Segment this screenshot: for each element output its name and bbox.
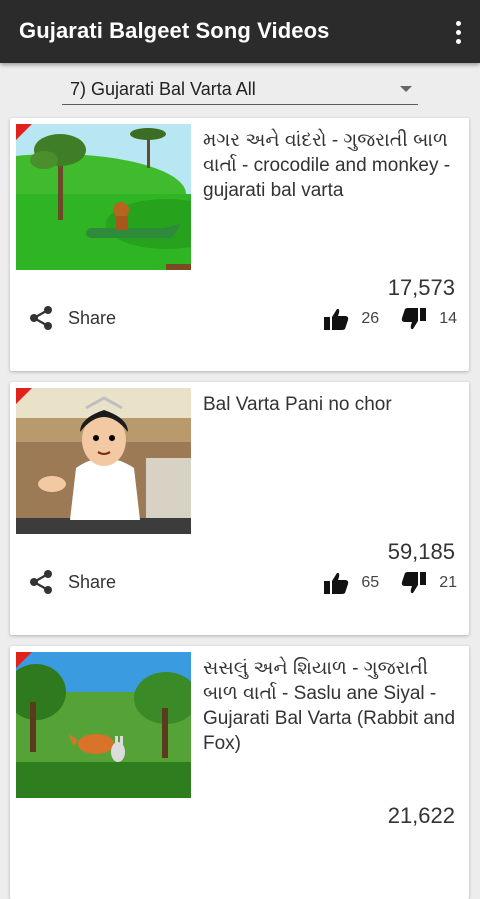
share-button[interactable]: Share [28,303,116,333]
category-dropdown[interactable]: 7) Gujarati Bal Varta All [62,72,418,105]
share-icon [30,570,52,594]
video-thumbnail[interactable] [16,388,191,534]
video-title[interactable]: Bal Varta Pani no chor [203,392,465,417]
vote-bar: 65 21 [323,568,457,598]
video-thumbnail[interactable] [16,124,191,270]
video-title[interactable]: સસલું અને શિયાળ - ગુજરાતી બાળ વાર્તા - S… [203,656,465,756]
corner-ribbon [16,388,32,404]
share-icon [30,306,52,330]
view-count: 21,622 [387,803,455,828]
category-selected-value: 7) Gujarati Bal Varta All [70,79,256,99]
view-count: 17,573 [387,275,455,300]
video-card[interactable]: Bal Varta Pani no chor 59,185 Share 65 2… [10,382,469,635]
share-label: Share [68,307,117,328]
like-count: 26 [361,310,380,327]
app-title: Gujarati Balgeet Song Videos [19,18,330,43]
vote-bar: 26 14 [323,304,457,334]
dislike-count: 14 [439,310,457,327]
dropdown-arrow-icon [400,86,412,92]
app-bar: Gujarati Balgeet Song Videos [0,0,480,63]
video-card[interactable]: મગર અને વાંદરો - ગુજરાતી બાળ વાર્તા - cr… [10,118,469,371]
view-count: 59,185 [387,539,455,564]
dislike-count: 21 [439,574,457,591]
like-count: 65 [361,574,380,591]
video-card[interactable]: સસલું અને શિયાળ - ગુજરાતી બાળ વાર્તા - S… [10,646,469,899]
video-title[interactable]: મગર અને વાંદરો - ગુજરાતી બાળ વાર્તા - cr… [203,128,465,203]
thumbs-down-icon[interactable] [401,307,427,331]
corner-ribbon [16,124,32,140]
thumbs-down-icon[interactable] [401,571,427,595]
overflow-menu-icon[interactable] [446,16,470,48]
video-thumbnail[interactable] [16,652,191,798]
share-label: Share [68,571,117,592]
corner-ribbon [16,652,32,668]
thumbs-up-icon[interactable] [323,571,349,595]
thumbs-up-icon[interactable] [323,307,349,331]
share-button[interactable]: Share [28,567,116,597]
